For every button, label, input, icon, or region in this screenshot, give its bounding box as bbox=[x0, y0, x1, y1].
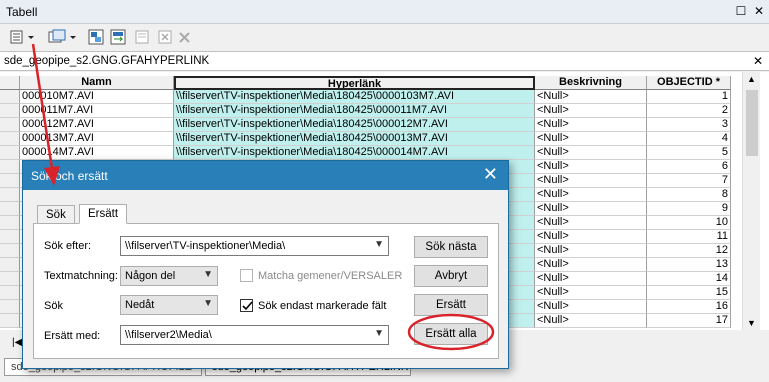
tab-ersatt[interactable]: Ersätt bbox=[79, 204, 128, 224]
annotation-arrow bbox=[31, 43, 55, 176]
annotation-overlay bbox=[31, 43, 495, 351]
annotation-ellipse bbox=[407, 313, 495, 351]
annotation-arrowhead bbox=[44, 166, 60, 186]
